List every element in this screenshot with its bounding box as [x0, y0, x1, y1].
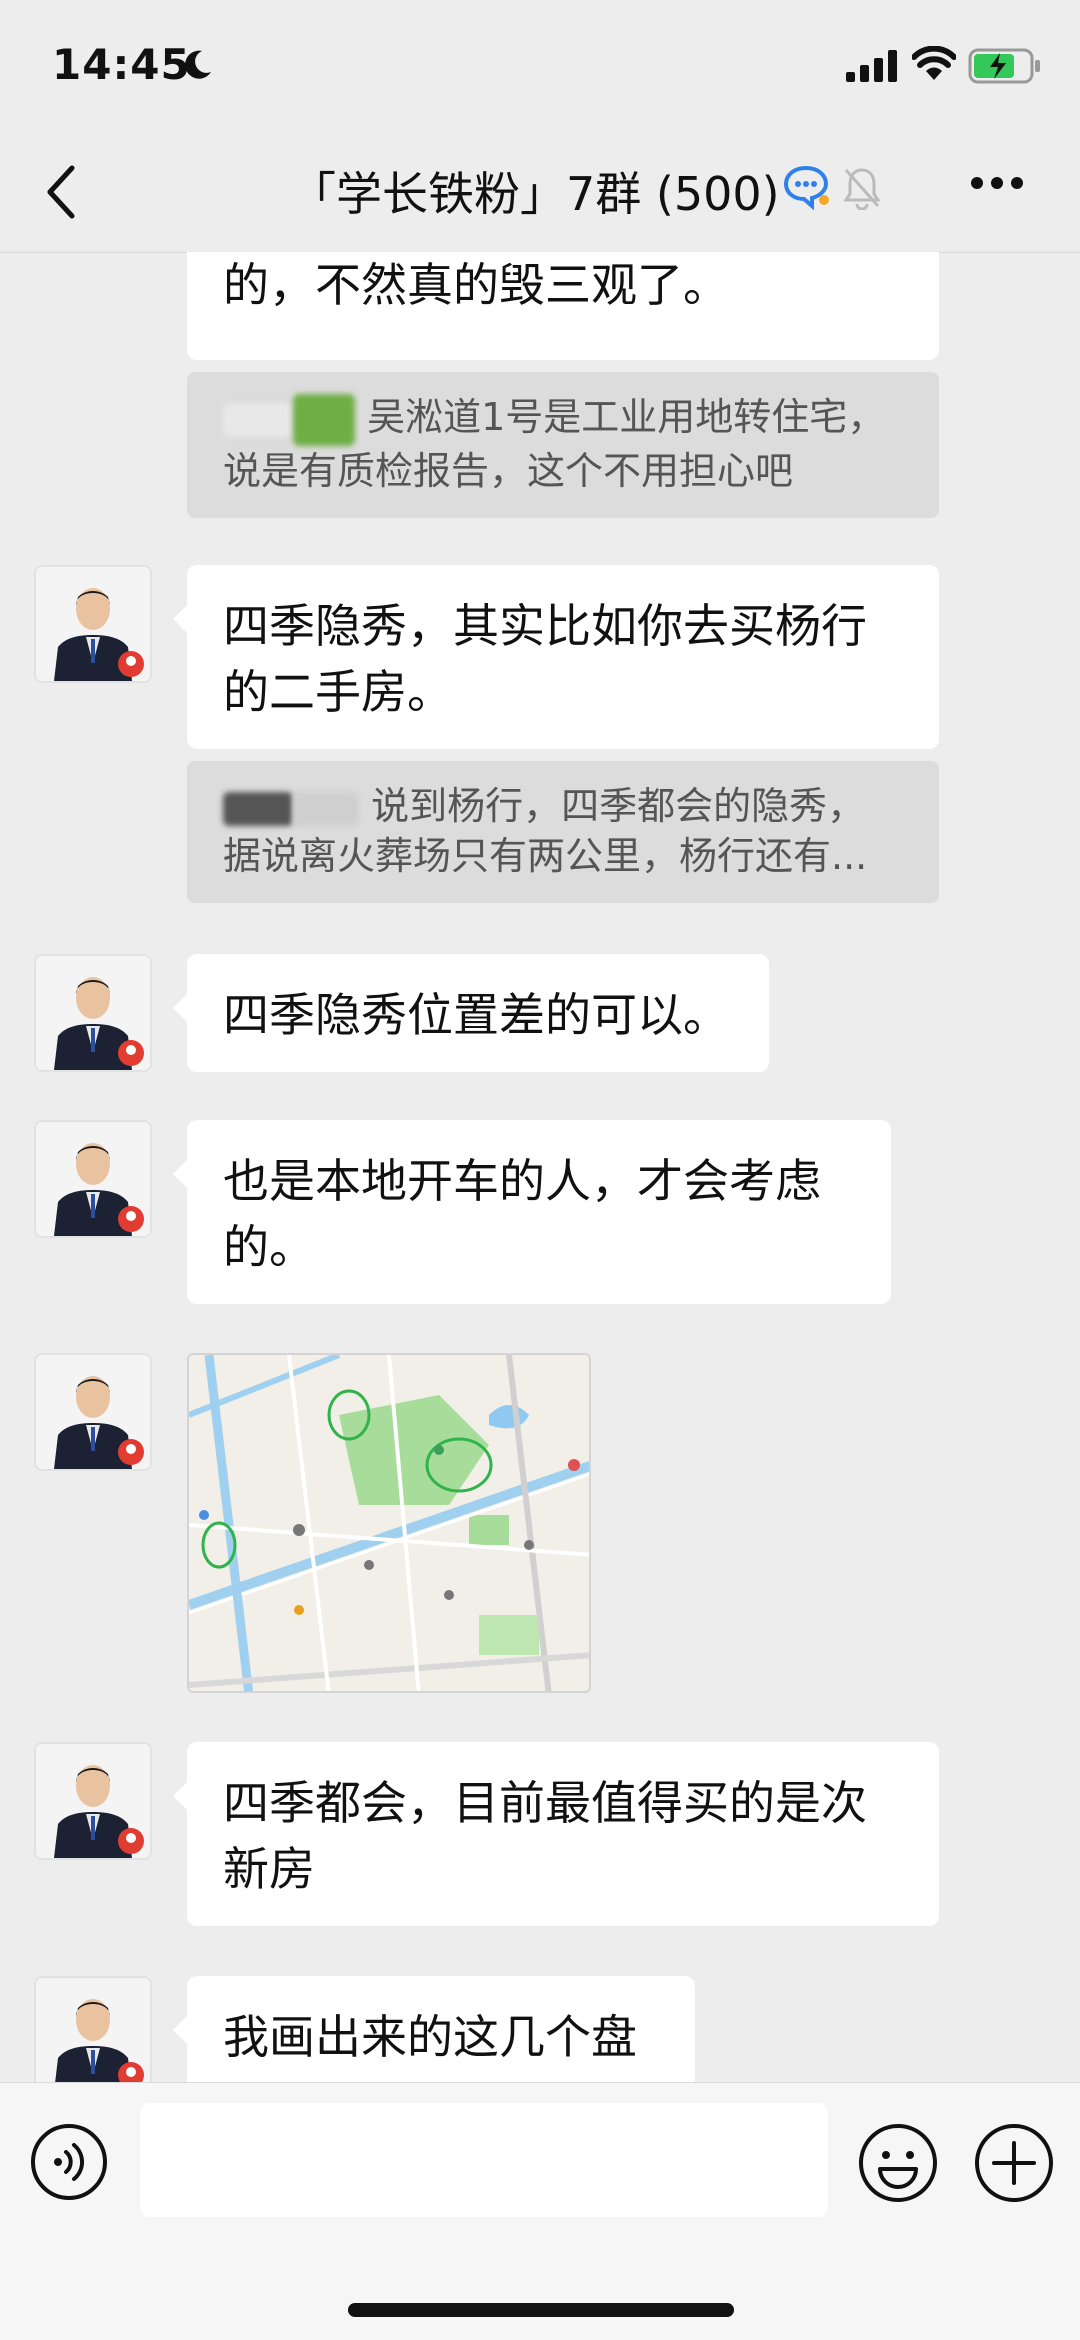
status-time: 14:45: [52, 40, 191, 89]
person-avatar-icon: [36, 1978, 150, 2082]
avatar[interactable]: [34, 565, 152, 683]
emoji-icon[interactable]: [858, 2123, 938, 2203]
message-text: 的，不然真的毁三观了。: [223, 258, 729, 312]
message-bubble[interactable]: 四季都会，目前最值得买的是次新房: [173, 1742, 939, 1926]
chat-title: 「学长铁粉」7群 (500): [290, 167, 780, 221]
person-avatar-icon: [36, 1744, 150, 1858]
message-text: 四季隐秀位置差的可以。: [223, 988, 729, 1042]
avatar[interactable]: [34, 954, 152, 1072]
chat-header: 「学长铁粉」7群 (500): [0, 130, 1080, 253]
message-text: 四季都会，目前最值得买的是次新房: [223, 1776, 867, 1896]
mute-bell-icon: [843, 168, 881, 210]
avatar[interactable]: [34, 1742, 152, 1860]
blurred-sender-avatar: [293, 393, 355, 446]
quoted-message[interactable]: 说到杨行，四季都会的隐秀，据说离火葬场只有两公里，杨行还有...: [187, 761, 939, 903]
message-bubble[interactable]: 的，不然真的毁三观了。: [187, 252, 939, 360]
person-avatar-icon: [36, 956, 150, 1070]
home-indicator: [348, 2303, 734, 2317]
message-text: 我画出来的这几个盘: [223, 2010, 637, 2064]
wifi-icon: [912, 46, 956, 80]
blurred-sender-name-2: [293, 791, 359, 826]
message-list[interactable]: 的，不然真的毁三观了。 吴淞道1号是工业用地转住宅，说是有质检报告，这个不用担心…: [0, 252, 1080, 2082]
message-input[interactable]: [140, 2103, 828, 2217]
message-bubble[interactable]: 我画出来的这几个盘: [173, 1976, 695, 2082]
message-text: 四季隐秀，其实比如你去买杨行的二手房。: [223, 599, 867, 719]
person-avatar-icon: [36, 567, 150, 681]
message-bubble[interactable]: 四季隐秀，其实比如你去买杨行的二手房。: [173, 565, 939, 749]
add-more-icon[interactable]: [974, 2123, 1054, 2203]
person-avatar-icon: [36, 1355, 150, 1469]
cellular-signal-icon: [846, 50, 897, 82]
input-bar: [0, 2082, 1080, 2340]
voice-input-icon[interactable]: [30, 2123, 108, 2201]
battery-charging-icon: [968, 48, 1040, 84]
map-screenshot: [189, 1355, 589, 1691]
avatar[interactable]: [34, 1353, 152, 1471]
blurred-sender-name: [223, 402, 293, 437]
map-image-message[interactable]: [187, 1353, 591, 1693]
blurred-sender-name: [223, 791, 293, 826]
status-bar: 14:45: [0, 0, 1080, 130]
moon-icon: [185, 50, 211, 79]
avatar[interactable]: [34, 1976, 152, 2082]
quoted-message[interactable]: 吴淞道1号是工业用地转住宅，说是有质检报告，这个不用担心吧: [187, 372, 939, 518]
avatar[interactable]: [34, 1120, 152, 1238]
group-chat-icon: [783, 165, 829, 210]
person-avatar-icon: [36, 1122, 150, 1236]
message-bubble[interactable]: 四季隐秀位置差的可以。: [173, 954, 769, 1072]
message-bubble[interactable]: 也是本地开车的人，才会考虑的。: [173, 1120, 891, 1304]
more-options-icon[interactable]: [970, 176, 1024, 190]
message-text: 也是本地开车的人，才会考虑的。: [223, 1154, 821, 1274]
back-arrow-icon[interactable]: [42, 162, 82, 222]
